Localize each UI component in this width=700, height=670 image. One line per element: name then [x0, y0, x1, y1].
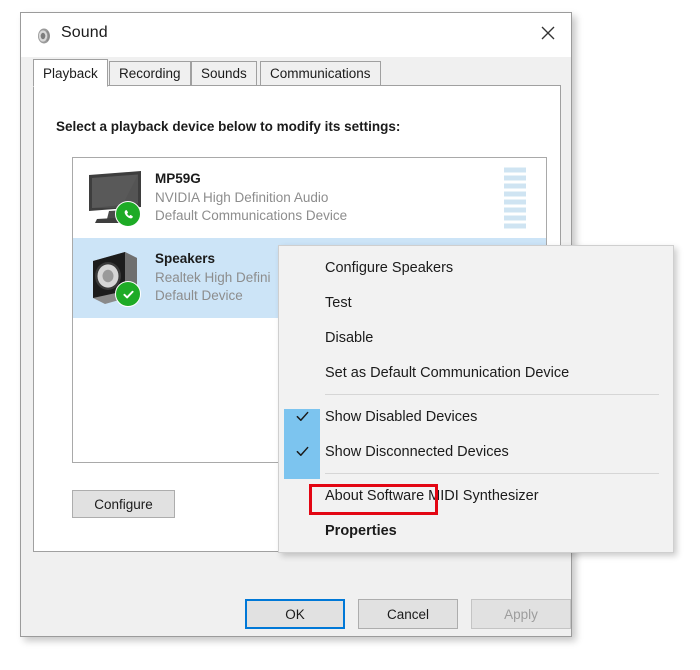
monitor-icon [81, 167, 147, 229]
menu-item-disable[interactable]: Disable [279, 320, 673, 355]
tab-playback[interactable]: Playback [33, 59, 108, 87]
tab-label: Recording [119, 66, 181, 81]
menu-separator [325, 394, 659, 395]
menu-item-label: About Software MIDI Synthesizer [325, 487, 539, 504]
tab-label: Playback [43, 65, 98, 81]
menu-separator [325, 473, 659, 474]
check-badge-icon [115, 281, 141, 307]
device-status: Default Device [155, 288, 243, 304]
menu-item-show-disabled-devices[interactable]: Show Disabled Devices [279, 399, 673, 434]
device-name: MP59G [155, 171, 201, 187]
cancel-button-label: Cancel [386, 606, 430, 622]
title-bar: Sound [21, 13, 571, 57]
close-icon[interactable] [525, 13, 571, 53]
speaker-icon [81, 247, 147, 309]
device-name: Speakers [155, 251, 216, 267]
ok-button-label: OK [285, 606, 305, 622]
tab-label: Communications [270, 66, 371, 81]
menu-item-test[interactable]: Test [279, 285, 673, 320]
check-icon [284, 434, 320, 469]
menu-item-configure-speakers[interactable]: Configure Speakers [279, 250, 673, 285]
menu-item-label: Show Disconnected Devices [325, 443, 509, 460]
tab-label: Sounds [201, 66, 247, 81]
menu-item-label: Show Disabled Devices [325, 408, 478, 425]
device-status: Default Communications Device [155, 208, 348, 224]
ok-button[interactable]: OK [245, 599, 345, 629]
device-info: Speakers Realtek High Defini Default Dev… [155, 250, 271, 305]
tab-sounds[interactable]: Sounds [191, 61, 257, 86]
volume-meter [504, 167, 526, 229]
menu-item-label: Set as Default Communication Device [325, 364, 570, 381]
device-info: MP59G NVIDIA High Definition Audio Defau… [155, 170, 347, 225]
menu-item-show-disconnected-devices[interactable]: Show Disconnected Devices [279, 434, 673, 469]
tab-communications[interactable]: Communications [260, 61, 381, 86]
device-driver: NVIDIA High Definition Audio [155, 189, 329, 205]
menu-item-set-as-default-communication-device[interactable]: Set as Default Communication Device [279, 355, 673, 390]
playback-hint-text: Select a playback device below to modify… [56, 119, 401, 134]
menu-item-about-software-midi-synthesizer[interactable]: About Software MIDI Synthesizer [279, 478, 673, 513]
tab-recording[interactable]: Recording [109, 61, 191, 86]
apply-button: Apply [471, 599, 571, 629]
menu-item-label: Configure Speakers [325, 259, 454, 276]
page-title: Sound [61, 24, 108, 41]
configure-button-label: Configure [94, 496, 153, 512]
phone-badge-icon [115, 201, 141, 227]
cancel-button[interactable]: Cancel [358, 599, 458, 629]
apply-button-label: Apply [504, 606, 538, 622]
tab-strip: Playback Recording Sounds Communications [33, 59, 559, 87]
device-driver: Realtek High Defini [155, 269, 271, 285]
menu-item-label: Disable [325, 329, 374, 346]
configure-button[interactable]: Configure [72, 490, 175, 518]
check-icon [284, 399, 320, 434]
sound-speaker-icon [35, 27, 53, 45]
menu-item-properties[interactable]: Properties [279, 513, 673, 548]
list-item[interactable]: MP59G NVIDIA High Definition Audio Defau… [73, 158, 546, 238]
menu-item-label: Properties [325, 522, 397, 539]
device-context-menu: Configure Speakers Test Disable Set as D… [278, 245, 674, 553]
menu-item-label: Test [325, 294, 352, 311]
